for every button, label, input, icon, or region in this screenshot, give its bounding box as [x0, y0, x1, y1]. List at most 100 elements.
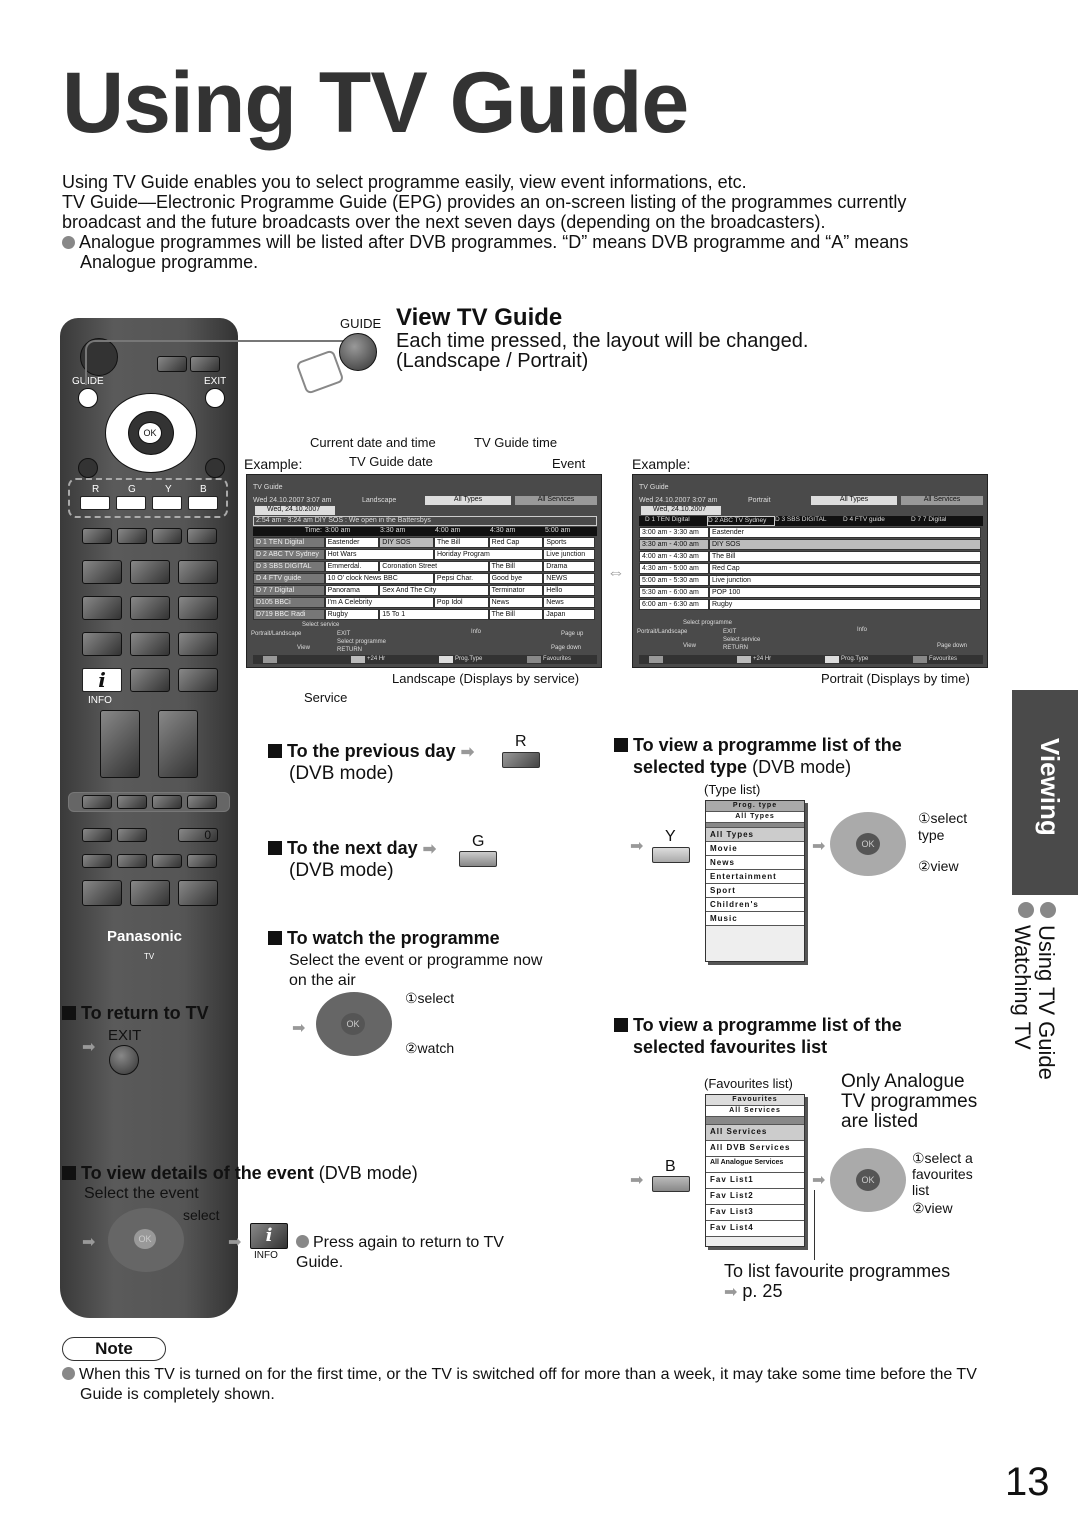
number-button-9[interactable] [178, 632, 218, 656]
programme-cell[interactable]: Coronation Street [379, 561, 489, 572]
blue-button[interactable] [188, 496, 218, 510]
yellow-button[interactable] [152, 496, 182, 510]
sidebar-item-watching-tv[interactable]: Watching TV [1010, 925, 1035, 1080]
programme-cell[interactable]: The Bill [709, 551, 981, 562]
number-button-3[interactable] [178, 560, 218, 584]
info-button-icon[interactable]: i [250, 1223, 288, 1249]
green-button[interactable] [116, 496, 146, 510]
number-button-2[interactable] [130, 560, 170, 584]
blue-key-button[interactable] [652, 1176, 690, 1192]
fav-list-item[interactable]: All Analogue Services [706, 1157, 804, 1173]
time-row[interactable]: 5:00 am - 5:30 am Live junction [639, 575, 981, 586]
programme-cell[interactable]: Hot Wars [324, 549, 434, 560]
channel-tab[interactable]: D 3 SBS DIGITAL [775, 516, 843, 526]
watch-ok-icon[interactable]: OK [341, 1013, 365, 1035]
blue-key[interactable] [527, 656, 541, 663]
blue-key[interactable] [913, 656, 927, 663]
time-row[interactable]: 3:00 am - 3:30 am Eastender [639, 527, 981, 538]
button-row-h-2[interactable] [117, 854, 147, 868]
channel-row[interactable]: D 3 SBS DIGITAL Emmerdal. Coronation Stree… [253, 561, 595, 572]
programme-cell[interactable]: Terminator [488, 585, 544, 596]
programme-cell[interactable]: Panorama [324, 585, 380, 596]
button-row-a-1[interactable] [82, 528, 112, 544]
green-key[interactable] [351, 656, 365, 663]
button-row-a-4[interactable] [187, 528, 217, 544]
time-row[interactable]: 4:00 am - 4:30 am The Bill [639, 551, 981, 562]
sidebar-item-using-tv-guide[interactable]: Using TV Guide [1034, 925, 1059, 1080]
yellow-key-button[interactable] [652, 847, 690, 863]
time-row[interactable]: 4:30 am - 5:00 am Red Cap [639, 563, 981, 574]
playback-button-4[interactable] [187, 795, 217, 809]
channel-row[interactable]: D719 BBC Radi Rugby 15 To 1 The Bill Japan [253, 609, 595, 620]
red-key[interactable] [263, 656, 277, 663]
channel-tab[interactable]: D 1 TEN Digital [639, 516, 707, 526]
playback-button-2[interactable] [117, 795, 147, 809]
small-button-2[interactable] [117, 828, 147, 842]
button-row-a-3[interactable] [152, 528, 182, 544]
programme-cell[interactable]: News [543, 597, 595, 608]
exit-button[interactable] [205, 388, 225, 408]
number-button-5[interactable] [130, 596, 170, 620]
programme-cell[interactable]: The Bill [488, 609, 544, 620]
red-key[interactable] [649, 656, 663, 663]
programme-cell[interactable]: Good bye [488, 573, 544, 584]
large-button-3[interactable] [178, 880, 218, 906]
programme-cell[interactable]: Pop Idol [433, 597, 489, 608]
channel-tab[interactable]: D 7 7 Digital [911, 516, 979, 526]
programme-cell[interactable]: DIY SOS [379, 537, 434, 548]
programme-cell[interactable]: Pepsi Char. [433, 573, 489, 584]
landscape-services-filter[interactable]: All Services [515, 496, 597, 505]
programme-cell[interactable]: Sports [543, 537, 596, 548]
section-tab-viewing[interactable]: Viewing [1012, 690, 1078, 895]
channel-tab[interactable]: D 4 FTV guide [843, 516, 911, 526]
type-list-item[interactable]: Movie [706, 842, 804, 856]
channel-row[interactable]: D105 BBCi I'm A Celebrity Pop Idol News News [253, 597, 595, 608]
programme-cell[interactable]: Live junction [709, 575, 981, 586]
programme-cell[interactable]: NEWS [543, 573, 595, 584]
yellow-key[interactable] [825, 656, 839, 663]
channel-rocker[interactable] [158, 710, 198, 778]
large-button-2[interactable] [130, 880, 170, 906]
yellow-key[interactable] [439, 656, 453, 663]
programme-cell[interactable]: Japan [543, 609, 595, 620]
right-round-button[interactable] [205, 458, 225, 478]
guide-button[interactable] [78, 388, 98, 408]
programme-cell[interactable]: 10 O' clock News BBC [324, 573, 434, 584]
number-button-6[interactable] [178, 596, 218, 620]
programme-cell[interactable]: The Bill [488, 561, 544, 572]
red-key-button[interactable] [502, 752, 540, 768]
type-list-item[interactable]: News [706, 856, 804, 870]
fav-list-item[interactable]: All Services [706, 1125, 804, 1141]
button-row-h-1[interactable] [82, 854, 112, 868]
time-row[interactable]: 3:30 am - 4:00 am DIY SOS [639, 539, 981, 550]
type-ok-icon[interactable]: OK [856, 833, 880, 855]
large-button-1[interactable] [82, 880, 122, 906]
programme-cell[interactable]: Drama [543, 561, 595, 572]
zero-button[interactable]: 0 [178, 828, 218, 842]
ok-button[interactable]: OK [138, 422, 162, 444]
programme-cell[interactable]: Emmerdal. [324, 561, 380, 572]
channel-tab[interactable]: D 2 ABC TV Sydney [707, 516, 775, 526]
time-row[interactable]: 6:00 am - 6:30 am Rugby [639, 599, 981, 610]
green-key[interactable] [737, 656, 751, 663]
number-button-7[interactable] [82, 632, 122, 656]
programme-cell[interactable]: DIY SOS [709, 539, 981, 550]
programme-cell[interactable]: Red Cap [488, 537, 544, 548]
programme-cell[interactable]: News [488, 597, 544, 608]
programme-cell[interactable]: Rugby [324, 609, 380, 620]
number-button-1[interactable] [82, 560, 122, 584]
small-button-1[interactable] [82, 828, 112, 842]
button-row-h-4[interactable] [187, 854, 217, 868]
type-list-item[interactable]: Children's [706, 898, 804, 912]
channel-row[interactable]: D 1 TEN Digital Eastender DIY SOS The Bill R… [253, 537, 596, 548]
green-key-button[interactable] [459, 851, 497, 867]
time-row[interactable]: 5:30 am - 6:00 am POP 100 [639, 587, 981, 598]
type-list-item[interactable]: All Types [706, 828, 804, 842]
programme-cell[interactable]: Hello [543, 585, 595, 596]
programme-cell[interactable]: The Bill [433, 537, 489, 548]
type-list-item[interactable]: Entertainment [706, 870, 804, 884]
button-row-e-3[interactable] [178, 668, 218, 692]
channel-row[interactable]: D 4 FTV guide 10 O' clock News BBC Pepsi C… [253, 573, 595, 584]
red-button[interactable] [80, 496, 110, 510]
volume-rocker[interactable] [100, 710, 140, 778]
